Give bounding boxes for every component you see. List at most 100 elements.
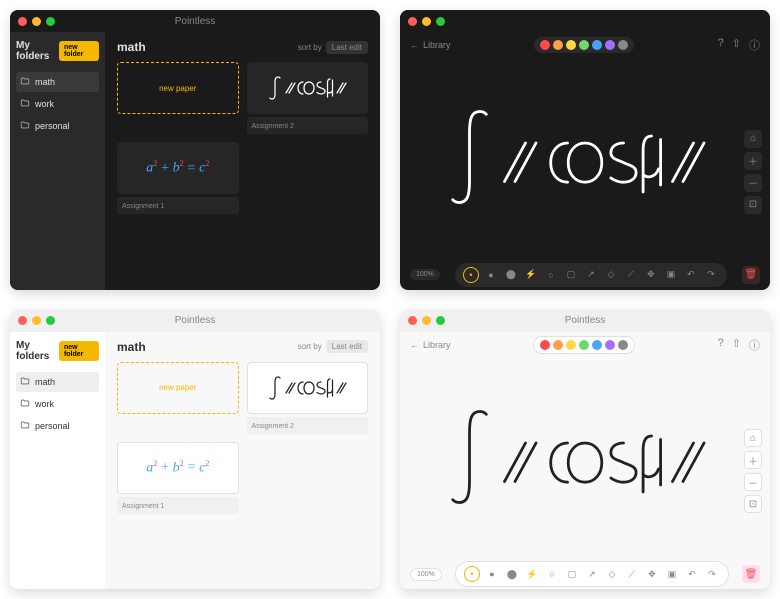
pen-large-tool[interactable]: ⬤	[503, 267, 519, 283]
sort-control[interactable]: sort by Last edit	[298, 41, 368, 54]
minimize-icon[interactable]	[32, 17, 41, 26]
redo-button[interactable]: ↷	[704, 566, 720, 582]
circle-tool[interactable]: ○	[544, 566, 560, 582]
select-tool[interactable]: ▣	[664, 566, 680, 582]
color-blue[interactable]	[592, 40, 602, 50]
minimize-icon[interactable]	[32, 316, 41, 325]
ruler-tool[interactable]: ⟋	[624, 566, 640, 582]
lightning-tool[interactable]: ⚡	[523, 267, 539, 283]
color-blue[interactable]	[592, 340, 602, 350]
sidebar-item-work[interactable]: work	[16, 94, 99, 114]
sort-value-button[interactable]: Last edit	[326, 41, 368, 54]
maximize-icon[interactable]	[436, 17, 445, 26]
traffic-lights[interactable]	[18, 316, 55, 325]
home-icon[interactable]: ⌂	[744, 429, 762, 447]
new-paper-button[interactable]: new paper	[117, 62, 239, 134]
sort-value-button[interactable]: Last edit	[326, 340, 368, 353]
redo-button[interactable]: ↷	[703, 267, 719, 283]
color-yellow[interactable]	[566, 340, 576, 350]
drawing-canvas[interactable]: ⌂ ＋ － ⊡	[400, 358, 770, 560]
paper-preview: a2+b2=c2	[117, 442, 239, 494]
square-tool[interactable]: ▢	[563, 267, 579, 283]
eraser-tool[interactable]: ◇	[603, 267, 619, 283]
sidebar-item-work[interactable]: work	[16, 394, 99, 414]
move-tool[interactable]: ✥	[643, 267, 659, 283]
color-purple[interactable]	[605, 40, 615, 50]
trash-button[interactable]: 🗑	[742, 565, 760, 583]
move-tool[interactable]: ✥	[644, 566, 660, 582]
new-folder-button[interactable]: new folder	[59, 41, 99, 61]
color-yellow[interactable]	[566, 40, 576, 50]
color-red[interactable]	[540, 340, 550, 350]
fit-icon[interactable]: ⊡	[744, 196, 762, 214]
color-red[interactable]	[540, 40, 550, 50]
circle-tool[interactable]: ○	[543, 267, 559, 283]
paper-thumb-integral[interactable]: Assignment 2	[247, 362, 369, 434]
sidebar-item-personal[interactable]: personal	[16, 116, 99, 136]
maximize-icon[interactable]	[436, 316, 445, 325]
color-gray[interactable]	[618, 40, 628, 50]
close-icon[interactable]	[18, 316, 27, 325]
pen-small-tool[interactable]: •	[463, 267, 479, 283]
zoom-out-icon[interactable]: －	[744, 473, 762, 491]
new-folder-button[interactable]: new folder	[59, 341, 99, 361]
drawing-canvas[interactable]: ⌂ ＋ － ⊡	[400, 58, 770, 260]
sidebar-item-personal[interactable]: personal	[16, 416, 99, 436]
help-icon[interactable]: ?	[718, 37, 724, 53]
info-icon[interactable]: ⓘ	[749, 337, 760, 353]
color-green[interactable]	[579, 40, 589, 50]
sidebar-item-math[interactable]: math	[16, 72, 99, 92]
paper-thumb-pythagoras[interactable]: a2+b2=c2 Assignment 1	[117, 442, 239, 514]
close-icon[interactable]	[18, 17, 27, 26]
close-icon[interactable]	[408, 17, 417, 26]
pen-large-tool[interactable]: ⬤	[504, 566, 520, 582]
pen-medium-tool[interactable]: ●	[484, 566, 500, 582]
zoom-in-icon[interactable]: ＋	[744, 152, 762, 170]
paper-thumb-integral[interactable]: Assignment 2	[247, 62, 369, 134]
back-to-library-button[interactable]: ← Library	[410, 340, 451, 350]
color-palette[interactable]	[534, 37, 634, 53]
arrow-tool[interactable]: ↗	[584, 566, 600, 582]
color-purple[interactable]	[605, 340, 615, 350]
formula-integral	[445, 397, 725, 520]
fit-icon[interactable]: ⊡	[744, 495, 762, 513]
zoom-in-icon[interactable]: ＋	[744, 451, 762, 469]
select-tool[interactable]: ▣	[663, 267, 679, 283]
pen-medium-tool[interactable]: ●	[483, 267, 499, 283]
eraser-tool[interactable]: ◇	[604, 566, 620, 582]
undo-button[interactable]: ↶	[684, 566, 700, 582]
color-palette[interactable]	[533, 336, 635, 354]
zoom-out-icon[interactable]: －	[744, 174, 762, 192]
color-gray[interactable]	[618, 340, 628, 350]
traffic-lights[interactable]	[408, 17, 445, 26]
close-icon[interactable]	[408, 316, 417, 325]
paper-thumb-pythagoras[interactable]: a2+b2=c2 Assignment 1	[117, 142, 239, 214]
home-icon[interactable]: ⌂	[744, 130, 762, 148]
pen-small-tool[interactable]: •	[464, 566, 480, 582]
color-orange[interactable]	[553, 40, 563, 50]
zoom-indicator[interactable]: 100%	[410, 269, 440, 280]
help-icon[interactable]: ?	[718, 337, 724, 353]
info-icon[interactable]: ⓘ	[749, 37, 760, 53]
ruler-tool[interactable]: ⟋	[623, 267, 639, 283]
new-paper-button[interactable]: new paper	[117, 362, 239, 434]
maximize-icon[interactable]	[46, 316, 55, 325]
maximize-icon[interactable]	[46, 17, 55, 26]
minimize-icon[interactable]	[422, 17, 431, 26]
lightning-tool[interactable]: ⚡	[524, 566, 540, 582]
trash-button[interactable]: 🗑	[742, 266, 760, 284]
zoom-indicator[interactable]: 100%	[410, 568, 442, 581]
color-orange[interactable]	[553, 340, 563, 350]
back-to-library-button[interactable]: ← Library	[410, 40, 451, 50]
color-green[interactable]	[579, 340, 589, 350]
minimize-icon[interactable]	[422, 316, 431, 325]
arrow-tool[interactable]: ↗	[583, 267, 599, 283]
undo-button[interactable]: ↶	[683, 267, 699, 283]
traffic-lights[interactable]	[18, 17, 55, 26]
sort-control[interactable]: sort by Last edit	[298, 340, 368, 353]
traffic-lights[interactable]	[408, 316, 445, 325]
square-tool[interactable]: ▢	[564, 566, 580, 582]
share-icon[interactable]: ⇧	[732, 37, 741, 53]
sidebar-item-math[interactable]: math	[16, 372, 99, 392]
share-icon[interactable]: ⇧	[732, 337, 741, 353]
